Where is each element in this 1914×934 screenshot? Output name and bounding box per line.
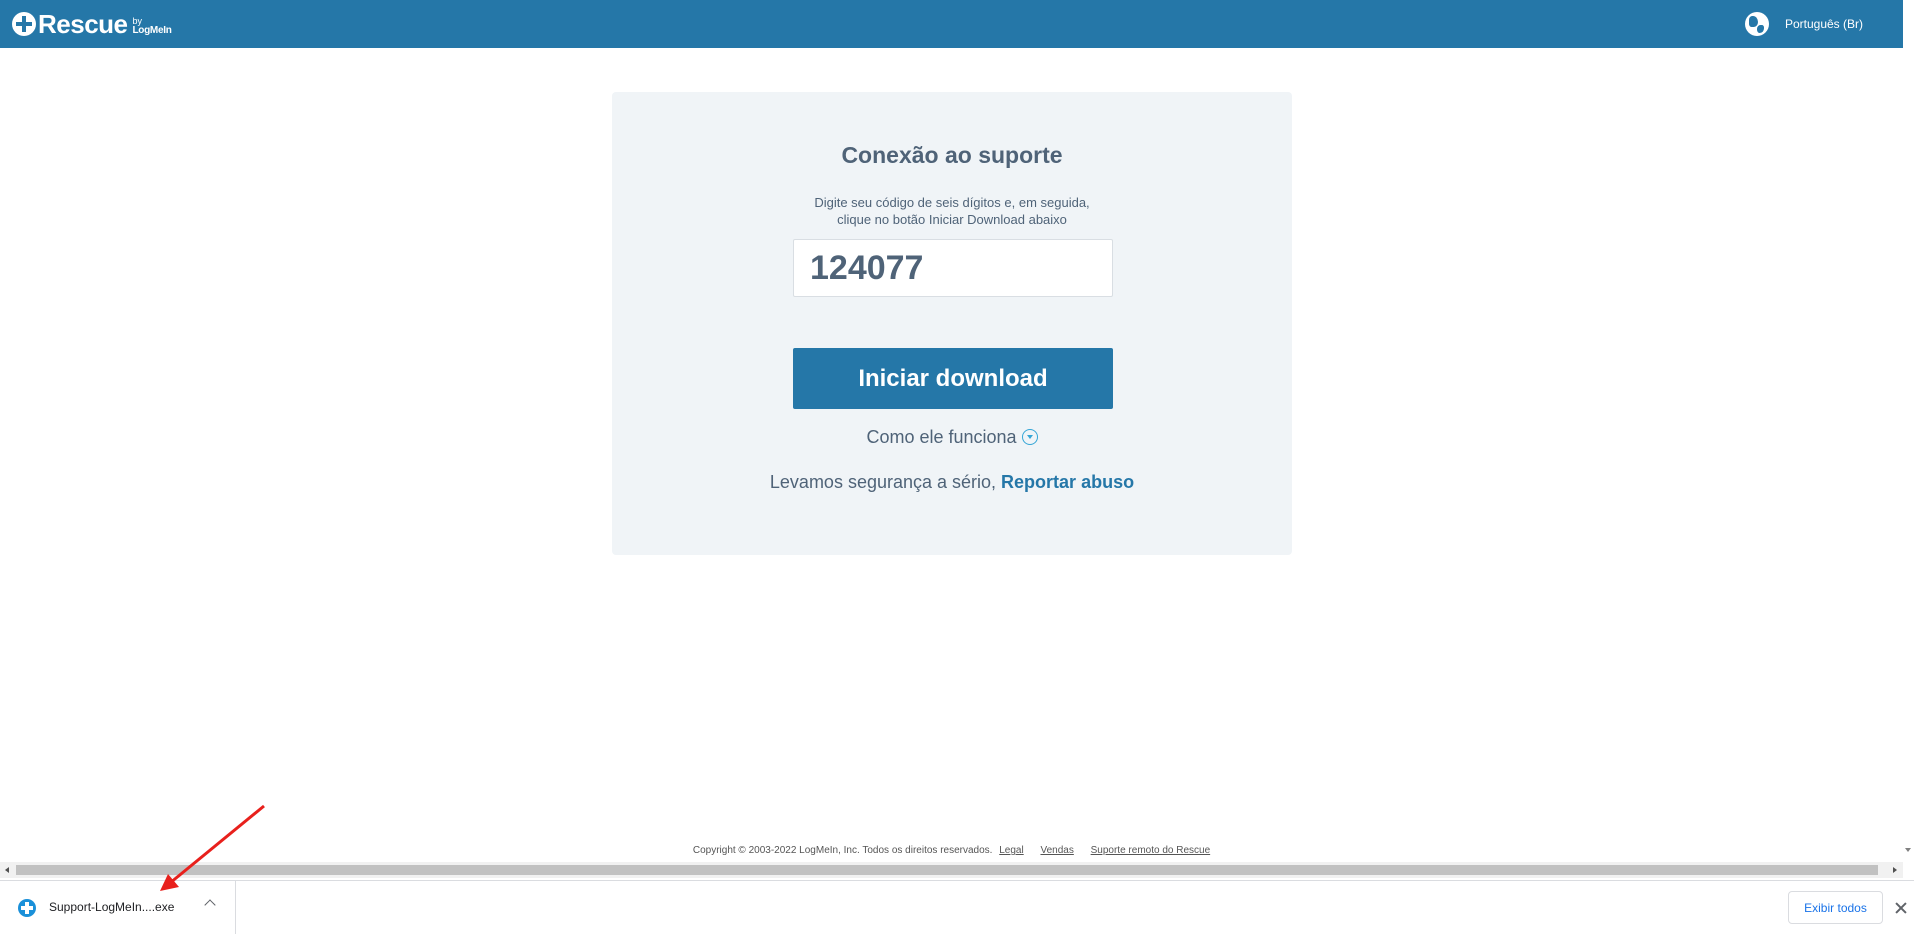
scroll-right-arrow-icon[interactable] bbox=[1893, 867, 1897, 873]
security-text: Levamos segurança a sério, bbox=[769, 472, 1002, 492]
card-instructions: Digite seu código de seis dígitos e, em … bbox=[752, 194, 1152, 228]
globe-icon bbox=[1744, 12, 1769, 36]
security-line: Levamos segurança a sério, Reportar abus… bbox=[612, 472, 1292, 493]
logo-by-logmein: by LogMeIn bbox=[133, 16, 172, 36]
footer-link-legal[interactable]: Legal bbox=[999, 845, 1023, 856]
instructions-line-2: clique no botão Iniciar Download abaixo bbox=[837, 212, 1067, 227]
top-header: Rescue by LogMeIn Português (Br) bbox=[0, 0, 1903, 48]
rescue-logo[interactable]: Rescue by LogMeIn bbox=[12, 8, 172, 40]
how-it-works-link[interactable]: Como ele funciona bbox=[612, 427, 1292, 448]
rescue-plus-icon bbox=[18, 899, 36, 917]
logo-brand-text: LogMeIn bbox=[132, 25, 172, 36]
browser-download-bar: Support-LogMeIn....exe Exibir todos bbox=[0, 880, 1914, 934]
horizontal-scrollbar-thumb[interactable] bbox=[16, 865, 1878, 875]
chevron-up-icon[interactable] bbox=[204, 899, 216, 911]
horizontal-scrollbar[interactable] bbox=[0, 862, 1903, 878]
show-all-downloads-button[interactable]: Exibir todos bbox=[1788, 891, 1883, 924]
instructions-line-1: Digite seu código de seis dígitos e, em … bbox=[814, 195, 1090, 210]
red-annotation-arrow bbox=[160, 804, 265, 891]
support-connection-card: Conexão ao suporte Digite seu código de … bbox=[612, 92, 1292, 555]
vertical-scrollbar[interactable] bbox=[1903, 0, 1914, 880]
how-it-works-label: Como ele funciona bbox=[866, 427, 1017, 447]
copyright-text: Copyright © 2003-2022 LogMeIn, Inc. Todo… bbox=[692, 845, 993, 856]
arrow-shaft bbox=[169, 804, 265, 885]
scroll-left-arrow-icon[interactable] bbox=[5, 867, 9, 873]
start-download-button[interactable]: Iniciar download bbox=[793, 348, 1113, 409]
chevron-down-circle-icon bbox=[1021, 429, 1038, 445]
logo-text: Rescue bbox=[38, 9, 128, 39]
close-icon[interactable] bbox=[1894, 901, 1908, 915]
scroll-down-arrow-icon[interactable] bbox=[1905, 848, 1911, 852]
support-code-input[interactable] bbox=[793, 239, 1113, 297]
rescue-plus-icon bbox=[12, 12, 36, 36]
report-abuse-link[interactable]: Reportar abuso bbox=[1001, 472, 1134, 492]
page-footer: Copyright © 2003-2022 LogMeIn, Inc. Todo… bbox=[0, 845, 1903, 856]
language-selector[interactable]: Português (Br) bbox=[1744, 11, 1863, 37]
footer-link-sales[interactable]: Vendas bbox=[1040, 845, 1073, 856]
language-label: Português (Br) bbox=[1784, 17, 1863, 31]
download-file-name: Support-LogMeIn....exe bbox=[49, 900, 175, 914]
card-title: Conexão ao suporte bbox=[841, 142, 1063, 168]
footer-link-rescue-remote-support[interactable]: Suporte remoto do Rescue bbox=[1091, 845, 1211, 856]
